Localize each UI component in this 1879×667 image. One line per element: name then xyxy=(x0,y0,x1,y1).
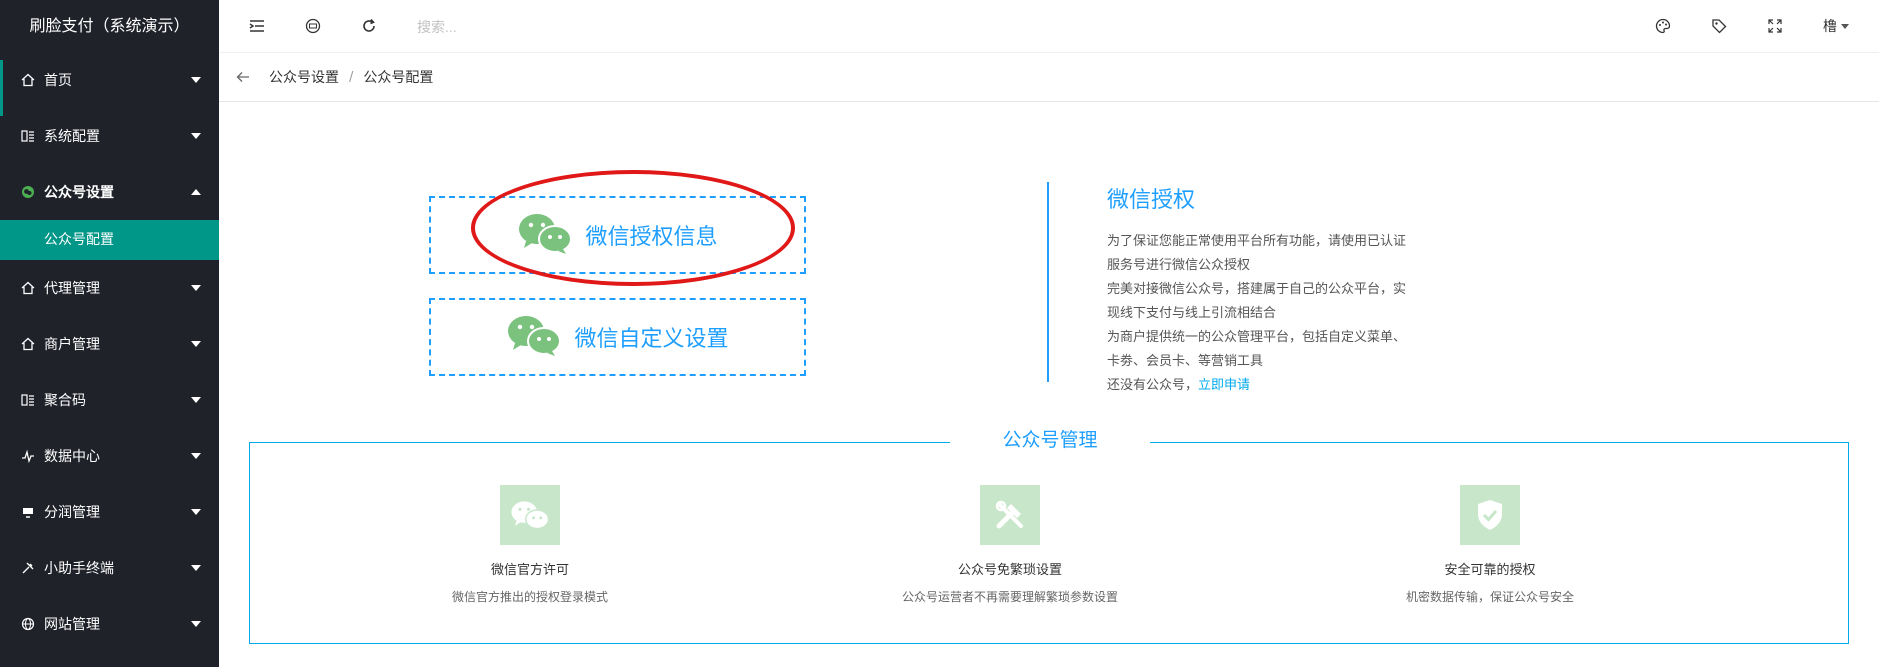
main-content: 微信授权信息 微信自定义设置 微信授权 为了保证您能正常使用平台所有功能，请使用… xyxy=(219,102,1879,667)
settings-list-icon xyxy=(20,128,36,144)
wechat-custom-settings-card[interactable]: 微信自定义设置 xyxy=(429,298,806,376)
home-icon xyxy=(20,72,36,88)
tag-icon[interactable] xyxy=(1709,16,1729,36)
chevron-down-icon xyxy=(191,509,201,515)
feature-secure-auth: 安全可靠的授权 机密数据传输，保证公众号安全 xyxy=(1300,485,1680,605)
auth-description: 为商户提供统一的公众管理平台，包括自定义菜单、卡劵、会员卡、等营销工具 xyxy=(1107,330,1407,369)
vertical-divider xyxy=(1047,182,1049,382)
collapse-menu-icon[interactable] xyxy=(247,16,267,36)
sidebar-subitem-official-account-config[interactable]: 公众号配置 xyxy=(0,220,219,260)
chevron-down-icon xyxy=(191,453,201,459)
sidebar-item-aggregate-code[interactable]: 聚合码 xyxy=(0,372,219,428)
monitor-icon xyxy=(20,504,36,520)
apply-now-link[interactable]: 立即申请 xyxy=(1198,378,1250,393)
wechat-icon xyxy=(506,313,562,361)
sidebar-item-official-account[interactable]: 公众号设置 xyxy=(0,164,219,220)
chevron-down-icon xyxy=(191,341,201,347)
auth-description: 为了保证您能正常使用平台所有功能，请使用已认证服务号进行微信公众授权 xyxy=(1107,234,1407,273)
sidebar-item-profit-share[interactable]: 分润管理 xyxy=(0,484,219,540)
website-icon[interactable] xyxy=(303,16,323,36)
sidebar-item-data-center[interactable]: 数据中心 xyxy=(0,428,219,484)
management-section-title: 公众号管理 xyxy=(950,422,1150,458)
user-menu[interactable]: 橹 xyxy=(1823,16,1849,36)
home-icon xyxy=(20,280,36,296)
sidebar-item-assistant-terminal[interactable]: 小助手终端 xyxy=(0,540,219,596)
back-arrow-icon[interactable] xyxy=(233,67,253,87)
wechat-auth-title: 微信授权 xyxy=(1107,188,1196,213)
chevron-up-icon xyxy=(191,189,201,195)
feature-desc: 公众号运营者不再需要理解繁琐参数设置 xyxy=(901,590,1118,604)
tools-icon xyxy=(980,485,1040,545)
shield-check-icon xyxy=(1460,485,1520,545)
sidebar-item-label: 代理管理 xyxy=(44,281,100,297)
breadcrumb-separator: / xyxy=(349,69,354,85)
chart-icon xyxy=(20,448,36,464)
feature-name: 公众号免繁琐设置 xyxy=(957,563,1062,578)
globe-icon xyxy=(20,616,36,632)
tool-icon xyxy=(20,560,36,576)
breadcrumb-item[interactable]: 公众号设置 xyxy=(269,67,339,87)
sidebar-item-system-config[interactable]: 系统配置 xyxy=(0,108,219,164)
caret-down-icon xyxy=(1841,23,1849,29)
auth-description: 完美对接微信公众号，搭建属于自己的公众平台，实现线下支付与线上引流相结合 xyxy=(1107,282,1407,321)
breadcrumb-item-current: 公众号配置 xyxy=(363,70,434,86)
sidebar-item-merchant[interactable]: 商户管理 xyxy=(0,316,219,372)
home-icon xyxy=(20,336,36,352)
official-account-management-box: 微信官方许可 微信官方推出的授权登录模式 公众号免繁琐设置 公众号运营者不再需要… xyxy=(249,442,1849,644)
sidebar-item-label: 首页 xyxy=(44,73,72,89)
chevron-down-icon xyxy=(191,285,201,291)
card-label: 微信自定义设置 xyxy=(574,327,729,352)
chevron-down-icon xyxy=(191,397,201,403)
feature-name: 微信官方许可 xyxy=(490,563,569,578)
sidebar-item-label: 系统配置 xyxy=(44,129,100,145)
feature-easy-setup: 公众号免繁琐设置 公众号运营者不再需要理解繁琐参数设置 xyxy=(820,485,1200,605)
sidebar-item-label: 商户管理 xyxy=(44,337,100,353)
wechat-icon xyxy=(500,485,560,545)
theme-palette-icon[interactable] xyxy=(1653,16,1673,36)
chevron-down-icon xyxy=(191,565,201,571)
user-name: 橹 xyxy=(1823,19,1837,35)
wechat-icon xyxy=(517,211,573,259)
settings-list-icon xyxy=(20,392,36,408)
fullscreen-icon[interactable] xyxy=(1765,16,1785,36)
card-label: 微信授权信息 xyxy=(585,225,718,250)
feature-name: 安全可靠的授权 xyxy=(1444,563,1536,578)
wechat-icon xyxy=(20,184,36,200)
chevron-down-icon xyxy=(191,133,201,139)
refresh-icon[interactable] xyxy=(359,16,379,36)
sidebar-item-home[interactable]: 首页 xyxy=(0,52,219,116)
sidebar-item-agent[interactable]: 代理管理 xyxy=(0,260,219,316)
sidebar-item-label: 数据中心 xyxy=(44,449,100,465)
sidebar-item-label: 小助手终端 xyxy=(44,561,114,577)
chevron-down-icon xyxy=(191,77,201,83)
app-title: 刷脸支付（系统演示） xyxy=(0,0,219,52)
sidebar: 刷脸支付（系统演示） 首页 系统配置 公众号设置 公众号配置 代理管理 商户管理 xyxy=(0,0,219,667)
feature-desc: 微信官方推出的授权登录模式 xyxy=(451,590,608,604)
top-header: 橹 xyxy=(219,0,1879,53)
no-account-text: 还没有公众号， xyxy=(1107,378,1199,393)
sidebar-item-label: 网站管理 xyxy=(44,617,100,633)
sidebar-item-website[interactable]: 网站管理 xyxy=(0,596,219,652)
breadcrumb: 公众号设置 / 公众号配置 xyxy=(219,53,1879,102)
sidebar-item-label: 公众号设置 xyxy=(44,185,114,201)
no-account-line: 还没有公众号，立即申请 xyxy=(1107,374,1409,398)
search-input[interactable] xyxy=(415,15,639,39)
feature-official-license: 微信官方许可 微信官方推出的授权登录模式 xyxy=(340,485,720,605)
sidebar-item-label: 分润管理 xyxy=(44,505,100,521)
chevron-down-icon xyxy=(191,621,201,627)
sidebar-item-label: 聚合码 xyxy=(44,393,86,409)
feature-desc: 机密数据传输，保证公众号安全 xyxy=(1405,590,1574,604)
wechat-auth-info-card[interactable]: 微信授权信息 xyxy=(429,196,806,274)
